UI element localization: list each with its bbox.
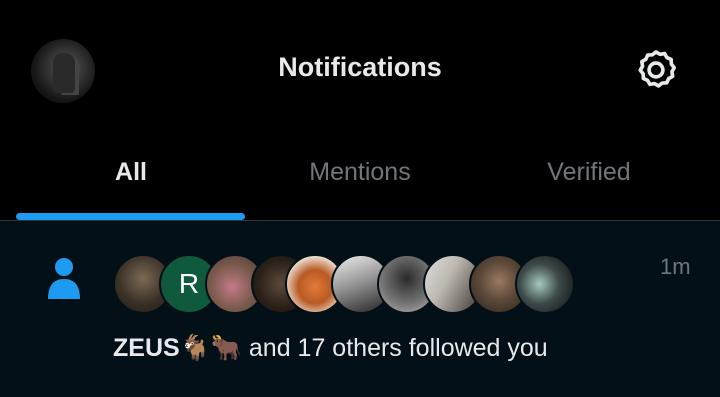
follower-name-emojis: 🐐🐂 — [179, 334, 242, 362]
active-tab-indicator — [16, 213, 245, 220]
tab-mentions[interactable]: Mentions — [246, 140, 474, 220]
follower-avatar[interactable] — [515, 254, 575, 314]
notification-message: ZEUS🐐🐂 and 17 others followed you — [113, 334, 548, 363]
top-bar: Notifications — [0, 0, 720, 140]
person-icon — [48, 258, 80, 299]
notification-text: and 17 others followed you — [241, 334, 548, 362]
tab-mentions-label: Mentions — [309, 158, 411, 186]
tab-verified-label: Verified — [547, 158, 631, 186]
tab-verified[interactable]: Verified — [475, 140, 703, 220]
notifications-screen: Notifications All Mentions Verified R 1m… — [0, 0, 720, 397]
tab-all-label: All — [115, 158, 147, 186]
follower-avatar-letter-text: R — [178, 268, 200, 299]
gear-icon[interactable] — [633, 47, 679, 93]
tab-bar: All Mentions Verified — [0, 140, 720, 221]
follower-name-link[interactable]: ZEUS — [113, 334, 180, 362]
page-title: Notifications — [278, 52, 442, 82]
timestamp: 1m — [660, 254, 691, 279]
tab-all[interactable]: All — [17, 140, 245, 220]
follower-avatar-stack: R — [113, 254, 575, 316]
